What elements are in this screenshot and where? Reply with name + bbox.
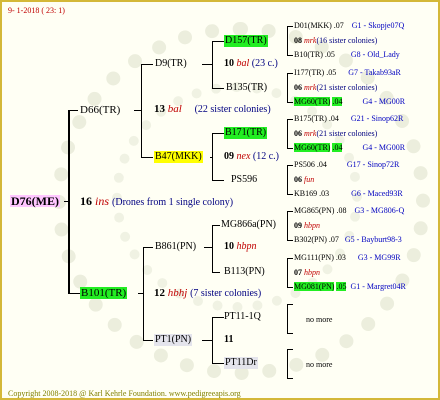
g4-row: PS506 .04 G17 - Sinop72R	[294, 160, 400, 169]
mm-queen[interactable]: D9(TR)	[155, 58, 187, 70]
g4-row: MG60(TR) .04 G4 - MG00R	[294, 143, 406, 152]
fm-generation: 10 hbpn	[224, 241, 257, 252]
pedigree-frame: 9- 1-2018 ( 23: 1) D76(ME) 16 ins (Drone…	[0, 0, 440, 400]
g4-row: D01(MKK) .07 G1 - Skopje07Q	[294, 21, 405, 30]
g3-mg866a[interactable]: MG866a(PN)	[221, 219, 276, 231]
g3-pt11q[interactable]: PT11-1Q	[224, 311, 261, 323]
root-queen[interactable]: D76(ME)	[10, 195, 60, 207]
g3-b113[interactable]: B113(PN)	[224, 266, 265, 278]
no-more-label: no more	[306, 360, 333, 369]
g4-row: 09 hbpn	[294, 221, 320, 230]
g4-row: I177(TR) .05 G7 - Takab93aR	[294, 68, 401, 77]
mm-generation: 10 bal (23 c.)	[224, 58, 278, 69]
g4-row: MG865(PN) .08 G3 - MG806-Q	[294, 206, 405, 215]
mother-queen[interactable]: D66(TR)	[80, 104, 120, 116]
g3-pt11dr[interactable]: PT11Dr	[224, 357, 258, 369]
mf-queen[interactable]: B47(MKK)	[154, 151, 203, 163]
g3-b135[interactable]: B135(TR)	[226, 82, 267, 94]
ff-queen[interactable]: PT1(PN)	[154, 334, 193, 346]
g3-b171[interactable]: B171(TR)	[224, 127, 268, 139]
g3-ps596[interactable]: PS596	[231, 174, 257, 186]
no-more-label: no more	[306, 315, 333, 324]
ff-generation: 11	[224, 334, 234, 345]
g4-row: 08 mrk(16 sister colonies)	[294, 36, 378, 45]
g3-d157[interactable]: D157(TR)	[224, 35, 268, 47]
g4-row: 07 hbpn	[294, 268, 320, 277]
g4-row: B175(TR) .04 G21 - Sinop62R	[294, 114, 404, 123]
root-connector	[68, 110, 70, 294]
g4-row: MG081(PN) .05 G1 - Margret04R	[294, 282, 406, 291]
g4-row: 06 mrk(21 sister colonies)	[294, 129, 378, 138]
g4-row: 06 mrk(21 sister colonies)	[294, 83, 378, 92]
g4-row: 06 fun	[294, 175, 315, 184]
father-generation: 12 hbhj (7 sister colonies)	[154, 287, 262, 299]
root-generation: 16 ins (Drones from 1 single colony)	[80, 194, 234, 208]
g4-row: KB169 .03 G6 - Maced93R	[294, 189, 403, 198]
fm-queen[interactable]: B861(PN)	[155, 241, 196, 253]
g4-row: B302(PN) .07 G5 - Bayburt98-3	[294, 235, 402, 244]
report-date: 9- 1-2018 ( 23: 1)	[8, 6, 65, 15]
g4-row: B10(TR) .05 G8 - Old_Lady	[294, 50, 400, 59]
copyright-footer: Copyright 2008-2018 @ Karl Kehrle Founda…	[8, 389, 241, 398]
mf-generation: 09 nex (12 c.)	[224, 151, 279, 162]
father-queen[interactable]: B101(TR)	[80, 287, 128, 299]
g4-row: MG111(PN) .03 G3 - MG99R	[294, 253, 401, 262]
g4-row: MG60(TR) .04 G4 - MG00R	[294, 97, 406, 106]
mother-generation: 13 bal (22 sister colonies)	[154, 103, 271, 115]
